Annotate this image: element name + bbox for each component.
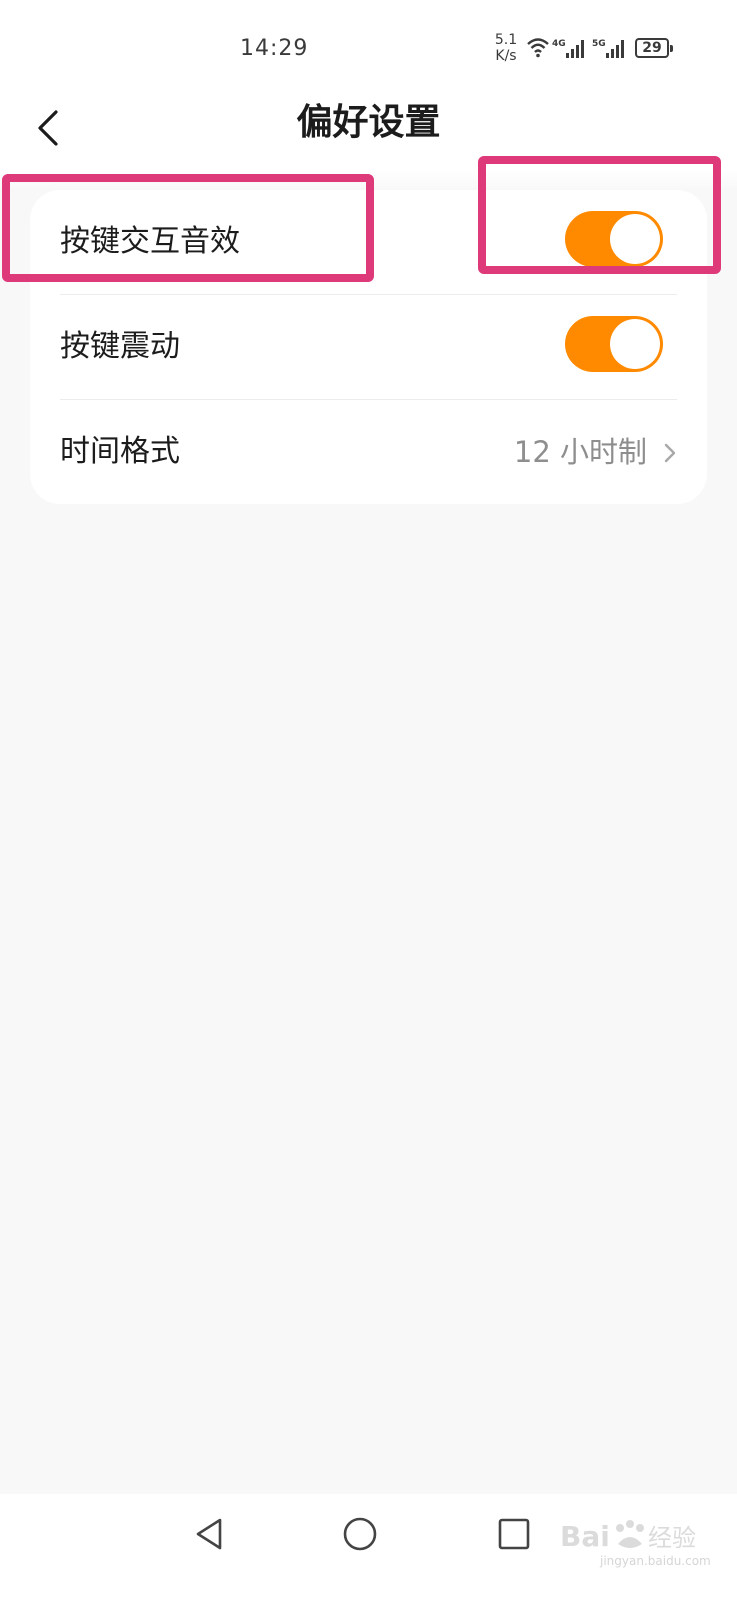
settings-card: 按键交互音效 按键震动 时间格式 12 小时制	[30, 190, 707, 504]
key-vibration-toggle[interactable]	[565, 316, 663, 372]
signal-5g-icon: 5G	[592, 39, 624, 58]
chevron-right-icon	[664, 443, 676, 463]
triangle-back-icon[interactable]	[190, 1514, 230, 1554]
header-divider	[0, 170, 737, 190]
setting-row-key-vibration[interactable]: 按键震动	[30, 295, 707, 399]
setting-row-key-sound[interactable]: 按键交互音效	[30, 190, 707, 294]
net-speed-value: 5.1	[494, 32, 518, 48]
battery-level: 29	[642, 40, 662, 56]
square-recent-icon[interactable]	[494, 1514, 534, 1554]
svg-text:Bai: Bai	[560, 1520, 610, 1553]
wifi-icon	[527, 38, 549, 58]
key-sound-toggle[interactable]	[565, 211, 663, 267]
back-button[interactable]	[24, 98, 80, 158]
chevron-left-icon	[38, 110, 58, 146]
header: 偏好设置	[0, 90, 737, 170]
setting-label: 按键交互音效	[60, 224, 240, 259]
status-time: 14:29	[240, 36, 309, 61]
net-speed-unit: K/s	[495, 48, 517, 64]
svg-text:经验: 经验	[648, 1524, 696, 1552]
toggle-knob	[610, 319, 660, 369]
setting-label: 时间格式	[60, 434, 180, 469]
page-title: 偏好设置	[296, 102, 441, 143]
battery-icon: 29	[635, 38, 673, 58]
status-bar: 14:29 5.1 K/s 4G 5G 29	[0, 0, 737, 90]
time-format-value: 12 小时制	[513, 435, 647, 469]
toggle-knob	[610, 214, 660, 264]
signal-4g-icon: 4G	[552, 39, 584, 58]
baidu-logo-icon: Bai 经验	[560, 1520, 696, 1553]
setting-row-time-format[interactable]: 时间格式 12 小时制	[30, 400, 707, 504]
watermark: Bai 经验 jingyan.baidu.com	[560, 1518, 720, 1578]
network-4g-label: 4G	[552, 39, 566, 49]
net-speed: 5.1 K/s	[490, 32, 522, 64]
watermark-text: jingyan.baidu.com	[600, 1554, 711, 1568]
circle-home-icon[interactable]	[340, 1514, 380, 1554]
status-icons: 5.1 K/s 4G 5G 29	[490, 30, 690, 70]
network-5g-label: 5G	[592, 39, 606, 49]
setting-label: 按键震动	[60, 329, 180, 364]
